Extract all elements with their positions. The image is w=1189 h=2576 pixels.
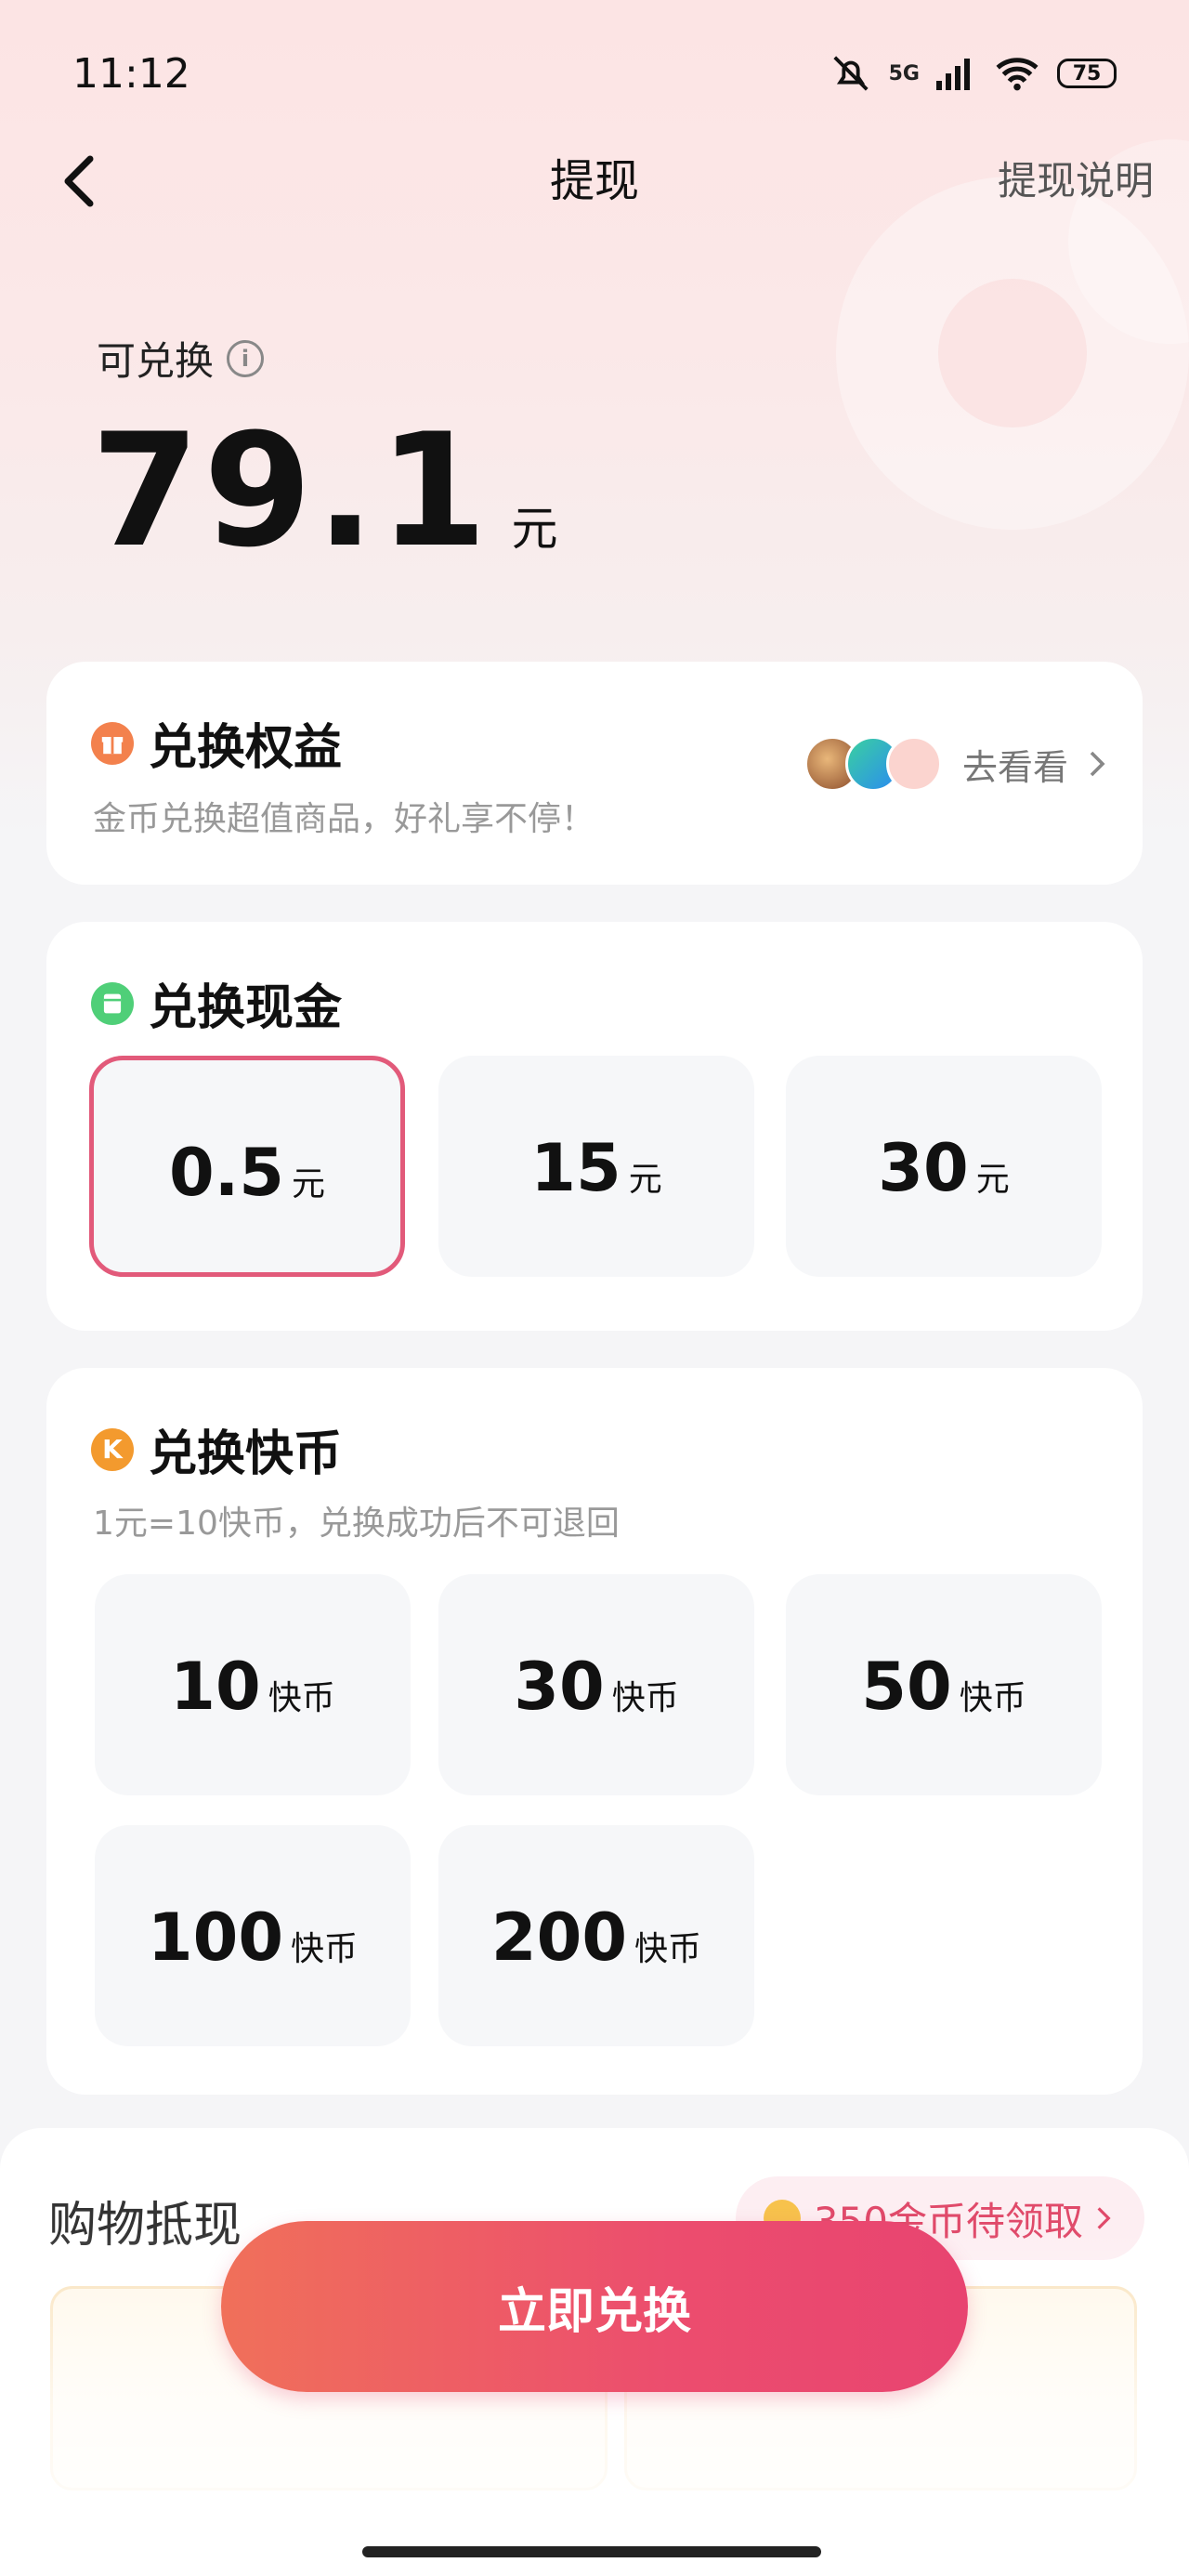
balance-amount: 79.1 bbox=[91, 400, 491, 582]
rights-go-label: 去看看 bbox=[961, 746, 1068, 788]
kuaibi-option-200[interactable]: 200 快币 bbox=[438, 1825, 754, 2046]
option-value: 100 bbox=[147, 1899, 284, 1976]
option-value: 30 bbox=[514, 1649, 605, 1725]
status-time: 11:12 bbox=[72, 50, 190, 98]
option-unit: 元 bbox=[975, 1161, 1010, 1199]
battery-icon: 75 bbox=[1057, 59, 1117, 88]
option-unit: 快币 bbox=[634, 1930, 702, 1968]
option-unit: 快币 bbox=[611, 1679, 679, 1717]
balance-unit: 元 bbox=[511, 502, 558, 556]
kuaibi-option-30[interactable]: 30 快币 bbox=[438, 1574, 754, 1795]
rights-title: 兑换权益 bbox=[149, 720, 343, 776]
chevron-right-icon bbox=[1097, 2207, 1111, 2229]
chevron-right-icon bbox=[1090, 751, 1105, 777]
cash-option-0.5[interactable]: 0.5 元 bbox=[89, 1056, 405, 1277]
wifi-icon bbox=[996, 58, 1039, 91]
rights-card[interactable]: 兑换权益 金币兑换超值商品，好礼享不停！ 去看看 bbox=[46, 662, 1143, 885]
option-unit: 快币 bbox=[268, 1679, 335, 1717]
info-icon[interactable]: i bbox=[227, 339, 265, 377]
rights-title-row: 兑换权益 bbox=[91, 708, 342, 778]
option-unit: 快币 bbox=[291, 1930, 359, 1968]
cash-card: 兑换现金 0.5 元 15 元 30 元 bbox=[46, 922, 1143, 1331]
balance-display: 79.1 元 bbox=[91, 400, 558, 582]
option-unit: 元 bbox=[628, 1161, 662, 1199]
cash-title-row: 兑换现金 bbox=[91, 968, 342, 1038]
mute-bell-icon bbox=[833, 56, 869, 91]
kuaibi-subtitle: 1元=10快币，兑换成功后不可退回 bbox=[93, 1505, 620, 1543]
option-value: 50 bbox=[861, 1649, 952, 1725]
gift-icon bbox=[91, 721, 134, 765]
coupon-icon bbox=[885, 736, 942, 792]
status-bar: 11:12 5G 75 bbox=[0, 0, 1189, 149]
cash-option-30[interactable]: 30 元 bbox=[786, 1056, 1102, 1277]
option-value: 200 bbox=[490, 1899, 628, 1976]
status-icons: 5G 75 bbox=[830, 52, 1117, 95]
kuaibi-option-50[interactable]: 50 快币 bbox=[786, 1574, 1102, 1795]
kuaibi-card: K 兑换快币 1元=10快币，兑换成功后不可退回 10 快币 30 快币 50 … bbox=[46, 1368, 1143, 2095]
withdraw-help-link[interactable]: 提现说明 bbox=[998, 149, 1154, 214]
rights-go-link[interactable]: 去看看 bbox=[804, 736, 1105, 792]
option-value: 30 bbox=[878, 1130, 969, 1206]
rights-avatars bbox=[804, 736, 942, 792]
kuaibi-k-icon: K bbox=[91, 1427, 134, 1471]
network-5g-label: 5G bbox=[888, 61, 920, 85]
home-indicator bbox=[362, 2546, 821, 2557]
option-value: 15 bbox=[530, 1130, 621, 1206]
kuaibi-title-row: K 兑换快币 bbox=[91, 1414, 342, 1484]
balance-label: 可兑换 bbox=[97, 338, 215, 384]
cash-option-15[interactable]: 15 元 bbox=[438, 1056, 754, 1277]
option-unit: 元 bbox=[292, 1165, 326, 1203]
option-value: 0.5 bbox=[168, 1135, 284, 1211]
kuaibi-option-100[interactable]: 100 快币 bbox=[95, 1825, 411, 2046]
cash-title: 兑换现金 bbox=[149, 980, 343, 1036]
kuaibi-title: 兑换快币 bbox=[149, 1426, 343, 1482]
option-value: 10 bbox=[170, 1649, 261, 1725]
kuaibi-option-10[interactable]: 10 快币 bbox=[95, 1574, 411, 1795]
cash-envelope-icon bbox=[91, 981, 134, 1025]
signal-icon bbox=[936, 59, 970, 90]
rights-subtitle: 金币兑换超值商品，好礼享不停！ bbox=[93, 800, 595, 838]
balance-label-row: 可兑换 i bbox=[97, 330, 265, 387]
option-unit: 快币 bbox=[959, 1679, 1026, 1717]
redeem-now-button[interactable]: 立即兑换 bbox=[221, 2221, 968, 2392]
